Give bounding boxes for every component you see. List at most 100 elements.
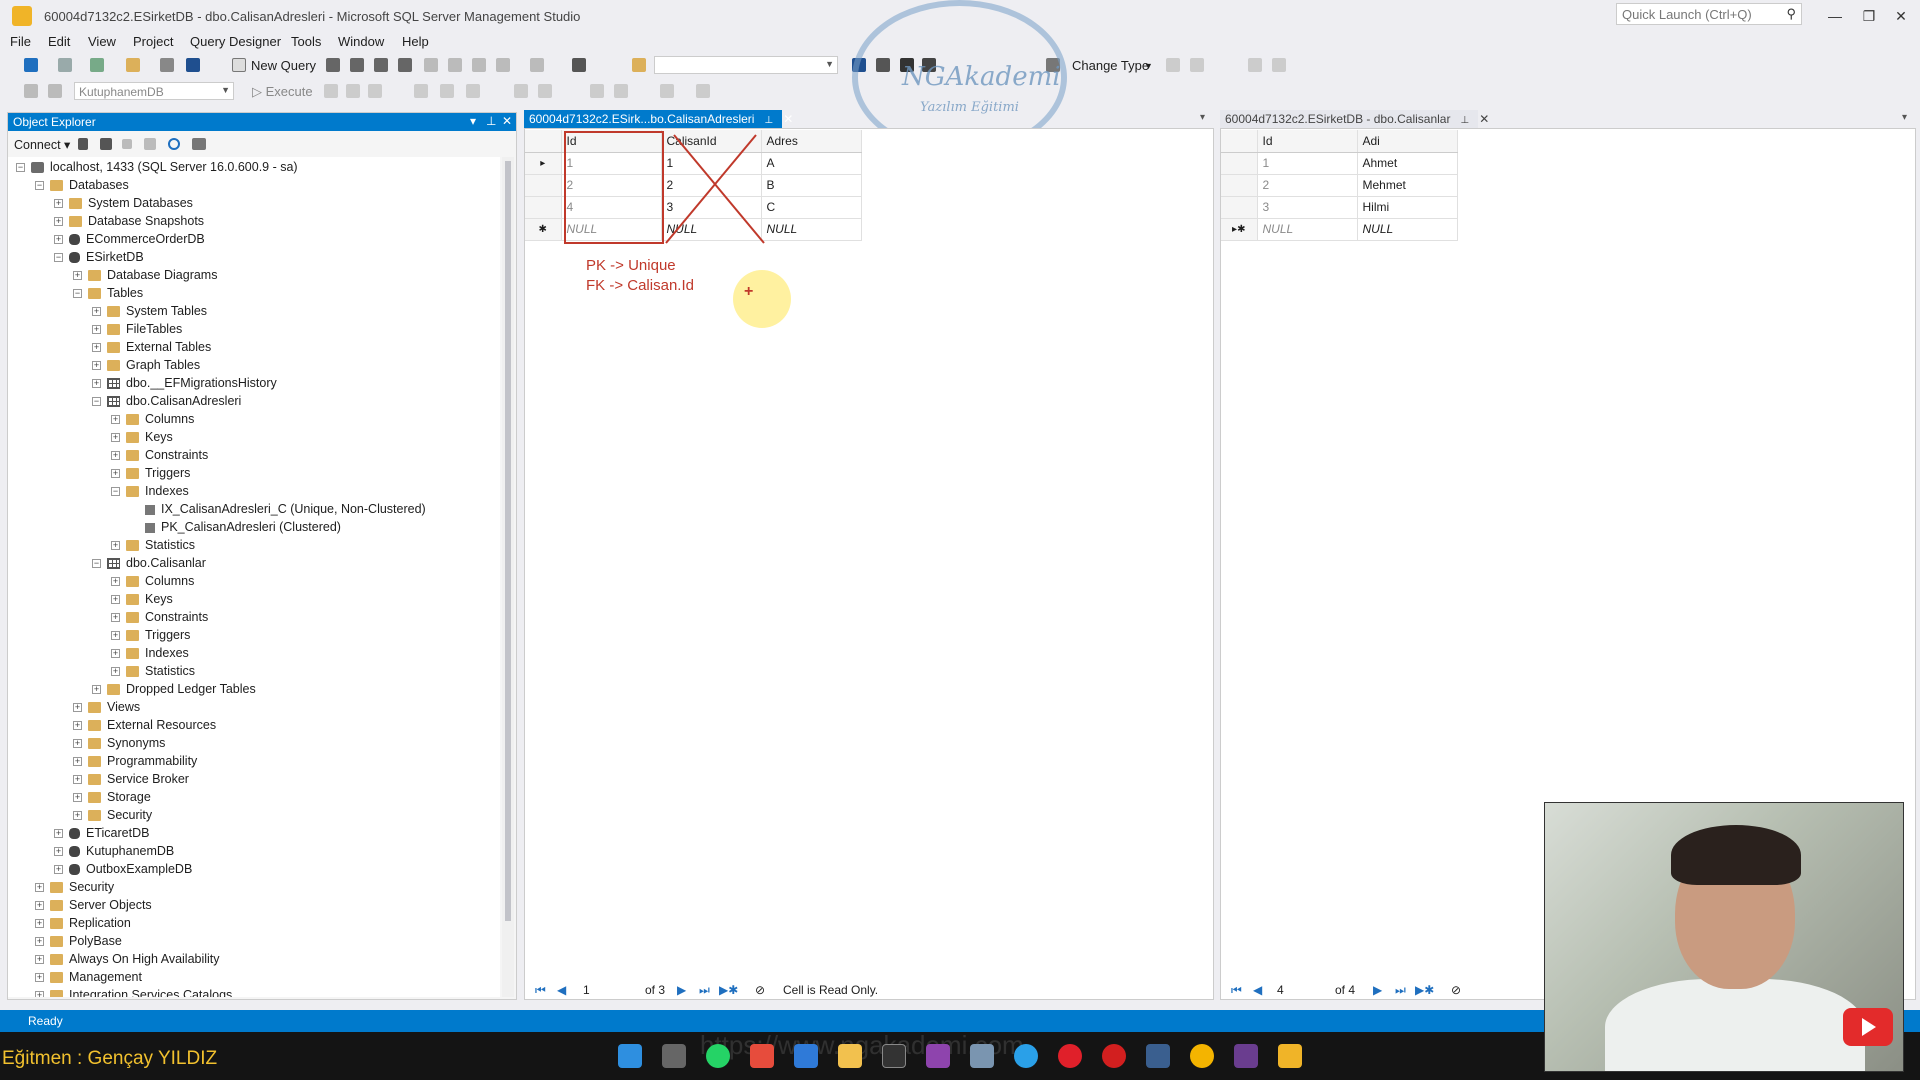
expand-icon[interactable]: +	[111, 469, 120, 479]
tree-node[interactable]: + Triggers	[111, 466, 190, 484]
chrome-icon[interactable]	[1190, 1044, 1214, 1068]
connect-plug-icon[interactable]	[78, 138, 88, 150]
tree-node[interactable]: + Management	[35, 970, 142, 988]
visual-studio-icon[interactable]	[926, 1044, 950, 1068]
expand-icon[interactable]: +	[54, 199, 63, 209]
collapse-icon[interactable]: −	[16, 163, 25, 173]
parse-icon[interactable]	[346, 84, 360, 98]
menu-file[interactable]: File	[10, 34, 31, 49]
tree-node[interactable]: + dbo.__EFMigrationsHistory	[92, 376, 277, 394]
new-row-icon[interactable]: ▶✱	[719, 983, 738, 997]
collapse-icon[interactable]: −	[73, 289, 82, 299]
copy-icon[interactable]	[448, 58, 462, 72]
grid-corner[interactable]	[1221, 130, 1258, 153]
execute-button[interactable]: ▷ Execute	[252, 84, 313, 100]
expand-icon[interactable]: +	[35, 973, 44, 983]
menu-edit[interactable]: Edit	[48, 34, 70, 49]
task-view-icon[interactable]	[662, 1044, 686, 1068]
expand-icon[interactable]: +	[54, 217, 63, 227]
cut-icon[interactable]	[424, 58, 438, 72]
pin-icon[interactable]: ⊥	[486, 114, 496, 128]
stop-icon[interactable]: ⊘	[1451, 983, 1461, 997]
expand-icon[interactable]: +	[111, 649, 120, 659]
close-icon[interactable]: ✕	[783, 112, 793, 126]
scrollbar-thumb[interactable]	[505, 161, 511, 921]
estimated-plan-icon[interactable]	[414, 84, 428, 98]
tree-node[interactable]: + Security	[35, 880, 114, 898]
find-icon[interactable]	[632, 58, 646, 72]
dax-query-icon[interactable]	[398, 58, 412, 72]
row-selector[interactable]: ▸	[525, 152, 562, 175]
tree-node[interactable]: + Database Snapshots	[54, 214, 204, 232]
expand-icon[interactable]: +	[111, 415, 120, 425]
row-selector[interactable]: ▸✱	[1221, 218, 1258, 241]
tree-node[interactable]: + Triggers	[111, 628, 190, 646]
table-row-new[interactable]: ▸✱ NULL NULL	[1221, 218, 1458, 241]
expand-icon[interactable]: +	[92, 361, 101, 371]
row-selector[interactable]: ✱	[525, 218, 562, 241]
tree-node[interactable]: + Database Diagrams	[73, 268, 217, 286]
grid-cell[interactable]: NULL	[1257, 218, 1358, 241]
tree-node[interactable]: + Replication	[35, 916, 131, 934]
xmla-query-icon[interactable]	[374, 58, 388, 72]
tree-node[interactable]: + Constraints	[111, 448, 208, 466]
current-page-input[interactable]: 1	[583, 983, 590, 997]
expand-icon[interactable]: +	[73, 775, 82, 785]
tree-node[interactable]: + ETicaretDB	[54, 826, 149, 844]
pin-icon[interactable]: ⊥	[1460, 115, 1469, 126]
grid-cell[interactable]: C	[761, 196, 862, 219]
results-to-text-icon[interactable]	[514, 84, 528, 98]
comment-icon[interactable]	[590, 84, 604, 98]
app-icon[interactable]	[750, 1044, 774, 1068]
grid-cell[interactable]: A	[761, 152, 862, 175]
tree-node[interactable]: − ESirketDB	[54, 250, 144, 268]
grid-cell[interactable]: NULL	[761, 218, 862, 241]
tree-node[interactable]: + KutuphanemDB	[54, 844, 174, 862]
tree-node[interactable]: + Statistics	[111, 664, 195, 682]
ssms-taskbar-icon[interactable]	[1278, 1044, 1302, 1068]
quick-launch-input[interactable]: Quick Launch (Ctrl+Q) ⚲	[1616, 3, 1802, 25]
next-page-icon[interactable]: ▶	[677, 983, 686, 997]
menu-tools[interactable]: Tools	[291, 34, 321, 49]
collapse-icon[interactable]: −	[35, 181, 44, 191]
grid-cell[interactable]: 1	[1257, 152, 1358, 175]
collapse-icon[interactable]: −	[92, 397, 101, 407]
tree-node[interactable]: − Tables	[73, 286, 143, 304]
expand-icon[interactable]: +	[111, 613, 120, 623]
results-grid-icon[interactable]	[368, 84, 382, 98]
expand-icon[interactable]: +	[73, 739, 82, 749]
expand-icon[interactable]: +	[111, 667, 120, 677]
uncomment-icon[interactable]	[614, 84, 628, 98]
tree-node[interactable]: + System Tables	[92, 304, 207, 322]
grid-cell[interactable]: NULL	[1357, 218, 1458, 241]
add-table-icon[interactable]	[1190, 58, 1204, 72]
collapse-icon[interactable]: −	[54, 253, 63, 263]
connect-icon[interactable]	[24, 84, 38, 98]
back-icon[interactable]	[24, 58, 38, 72]
redo-icon[interactable]	[530, 58, 544, 72]
expand-icon[interactable]: +	[35, 991, 44, 997]
collapse-icon[interactable]: −	[111, 487, 120, 497]
expand-icon[interactable]: +	[92, 379, 101, 389]
postgres-icon[interactable]	[1146, 1044, 1170, 1068]
tree-node[interactable]: + Programmability	[73, 754, 197, 772]
change-connection-icon[interactable]	[48, 84, 62, 98]
expand-icon[interactable]: +	[111, 433, 120, 443]
specify-values-icon[interactable]	[696, 84, 710, 98]
expand-icon[interactable]: +	[92, 307, 101, 317]
stop-icon[interactable]: ⊘	[755, 983, 765, 997]
tree-node[interactable]: − dbo.Calisanlar	[92, 556, 206, 574]
mdx-query-icon[interactable]	[326, 58, 340, 72]
tab-calisanadresleri[interactable]: 60004d7132c2.ESirk...bo.CalisanAdresleri…	[524, 110, 793, 128]
dmx-query-icon[interactable]	[350, 58, 364, 72]
connect-button[interactable]: Connect ▾	[14, 137, 70, 152]
refresh-icon[interactable]	[168, 138, 180, 150]
tree-node[interactable]: − Indexes	[111, 484, 189, 502]
current-page-input[interactable]: 4	[1277, 983, 1284, 997]
tab-calisanlar[interactable]: 60004d7132c2.ESirketDB - dbo.Calisanlar ⊥…	[1220, 110, 1489, 128]
object-explorer-scrollbar[interactable]	[502, 157, 514, 997]
tree-node[interactable]: + Views	[73, 700, 140, 718]
tree-node[interactable]: + Keys	[111, 430, 173, 448]
filter-icon[interactable]	[144, 138, 156, 150]
rider-icon[interactable]	[1234, 1044, 1258, 1068]
